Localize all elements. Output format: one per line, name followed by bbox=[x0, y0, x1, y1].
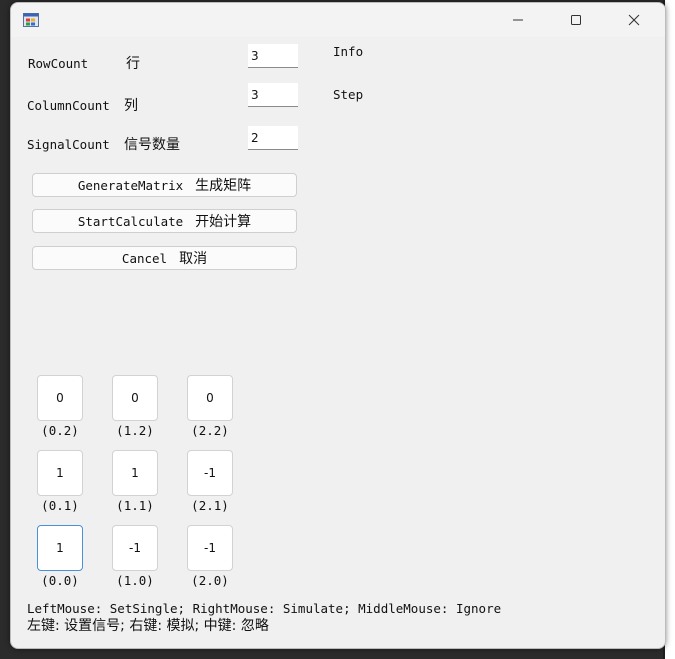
column-count-input[interactable] bbox=[248, 83, 298, 107]
cell-coord-label: (2.2) bbox=[191, 423, 229, 438]
matrix-cell[interactable]: 1 bbox=[37, 450, 83, 496]
cancel-button[interactable]: Cancel 取消 bbox=[32, 246, 297, 270]
close-icon bbox=[628, 11, 640, 30]
cell-coord-label: (1.2) bbox=[116, 423, 154, 438]
app-window-icon bbox=[23, 12, 39, 28]
cell-coord-label: (2.1) bbox=[191, 498, 229, 513]
signal-count-label-cn: 信号数量 bbox=[124, 137, 180, 153]
cell-coord-label: (0.0) bbox=[41, 573, 79, 588]
row-count-label-cn: 行 bbox=[126, 56, 140, 72]
cell-coord-label: (0.1) bbox=[41, 498, 79, 513]
column-count-label: ColumnCount bbox=[27, 98, 110, 113]
generate-matrix-button[interactable]: GenerateMatrix 生成矩阵 bbox=[32, 173, 297, 197]
column-count-label-cn: 列 bbox=[124, 98, 138, 114]
row-count-input[interactable] bbox=[248, 44, 298, 68]
maximize-icon bbox=[570, 11, 582, 30]
close-button[interactable] bbox=[611, 3, 657, 37]
matrix-cell[interactable]: 1 bbox=[37, 525, 83, 571]
start-calculate-button-label-cn: 开始计算 bbox=[195, 214, 252, 230]
matrix-cell[interactable]: 1 bbox=[112, 450, 158, 496]
start-calculate-button[interactable]: StartCalculate 开始计算 bbox=[32, 209, 297, 233]
main-window: RowCount 行 ColumnCount 列 SignalCount 信号数… bbox=[10, 2, 666, 649]
help-text-en: LeftMouse: SetSingle; RightMouse: Simula… bbox=[27, 601, 502, 616]
cell-coord-label: (0.2) bbox=[41, 423, 79, 438]
minimize-button[interactable] bbox=[495, 3, 541, 37]
matrix-cell[interactable]: 0 bbox=[187, 375, 233, 421]
matrix-cell[interactable]: -1 bbox=[187, 525, 233, 571]
step-label: Step bbox=[333, 87, 364, 102]
generate-matrix-button-label: GenerateMatrix bbox=[77, 177, 184, 193]
row-count-label: RowCount bbox=[28, 56, 89, 71]
matrix-cell[interactable]: 0 bbox=[37, 375, 83, 421]
cell-coord-label: (2.0) bbox=[191, 573, 229, 588]
generate-matrix-button-label-cn: 生成矩阵 bbox=[195, 178, 252, 194]
signal-count-input[interactable] bbox=[248, 126, 298, 150]
info-label: Info bbox=[333, 44, 364, 59]
help-text-cn: 左键: 设置信号; 右键: 模拟; 中键: 忽略 bbox=[27, 618, 269, 634]
cell-coord-label: (1.1) bbox=[116, 498, 154, 513]
cancel-button-label-cn: 取消 bbox=[179, 251, 208, 267]
start-calculate-button-label: StartCalculate bbox=[77, 213, 184, 229]
background-edge bbox=[665, 0, 675, 659]
matrix-cell[interactable]: -1 bbox=[187, 450, 233, 496]
maximize-button[interactable] bbox=[553, 3, 599, 37]
minimize-icon bbox=[512, 11, 524, 30]
title-bar[interactable] bbox=[11, 3, 665, 37]
cell-coord-label: (1.0) bbox=[116, 573, 154, 588]
matrix-cell[interactable]: 0 bbox=[112, 375, 158, 421]
matrix-cell[interactable]: -1 bbox=[112, 525, 158, 571]
cancel-button-label: Cancel bbox=[121, 250, 168, 266]
signal-count-label: SignalCount bbox=[27, 137, 110, 152]
